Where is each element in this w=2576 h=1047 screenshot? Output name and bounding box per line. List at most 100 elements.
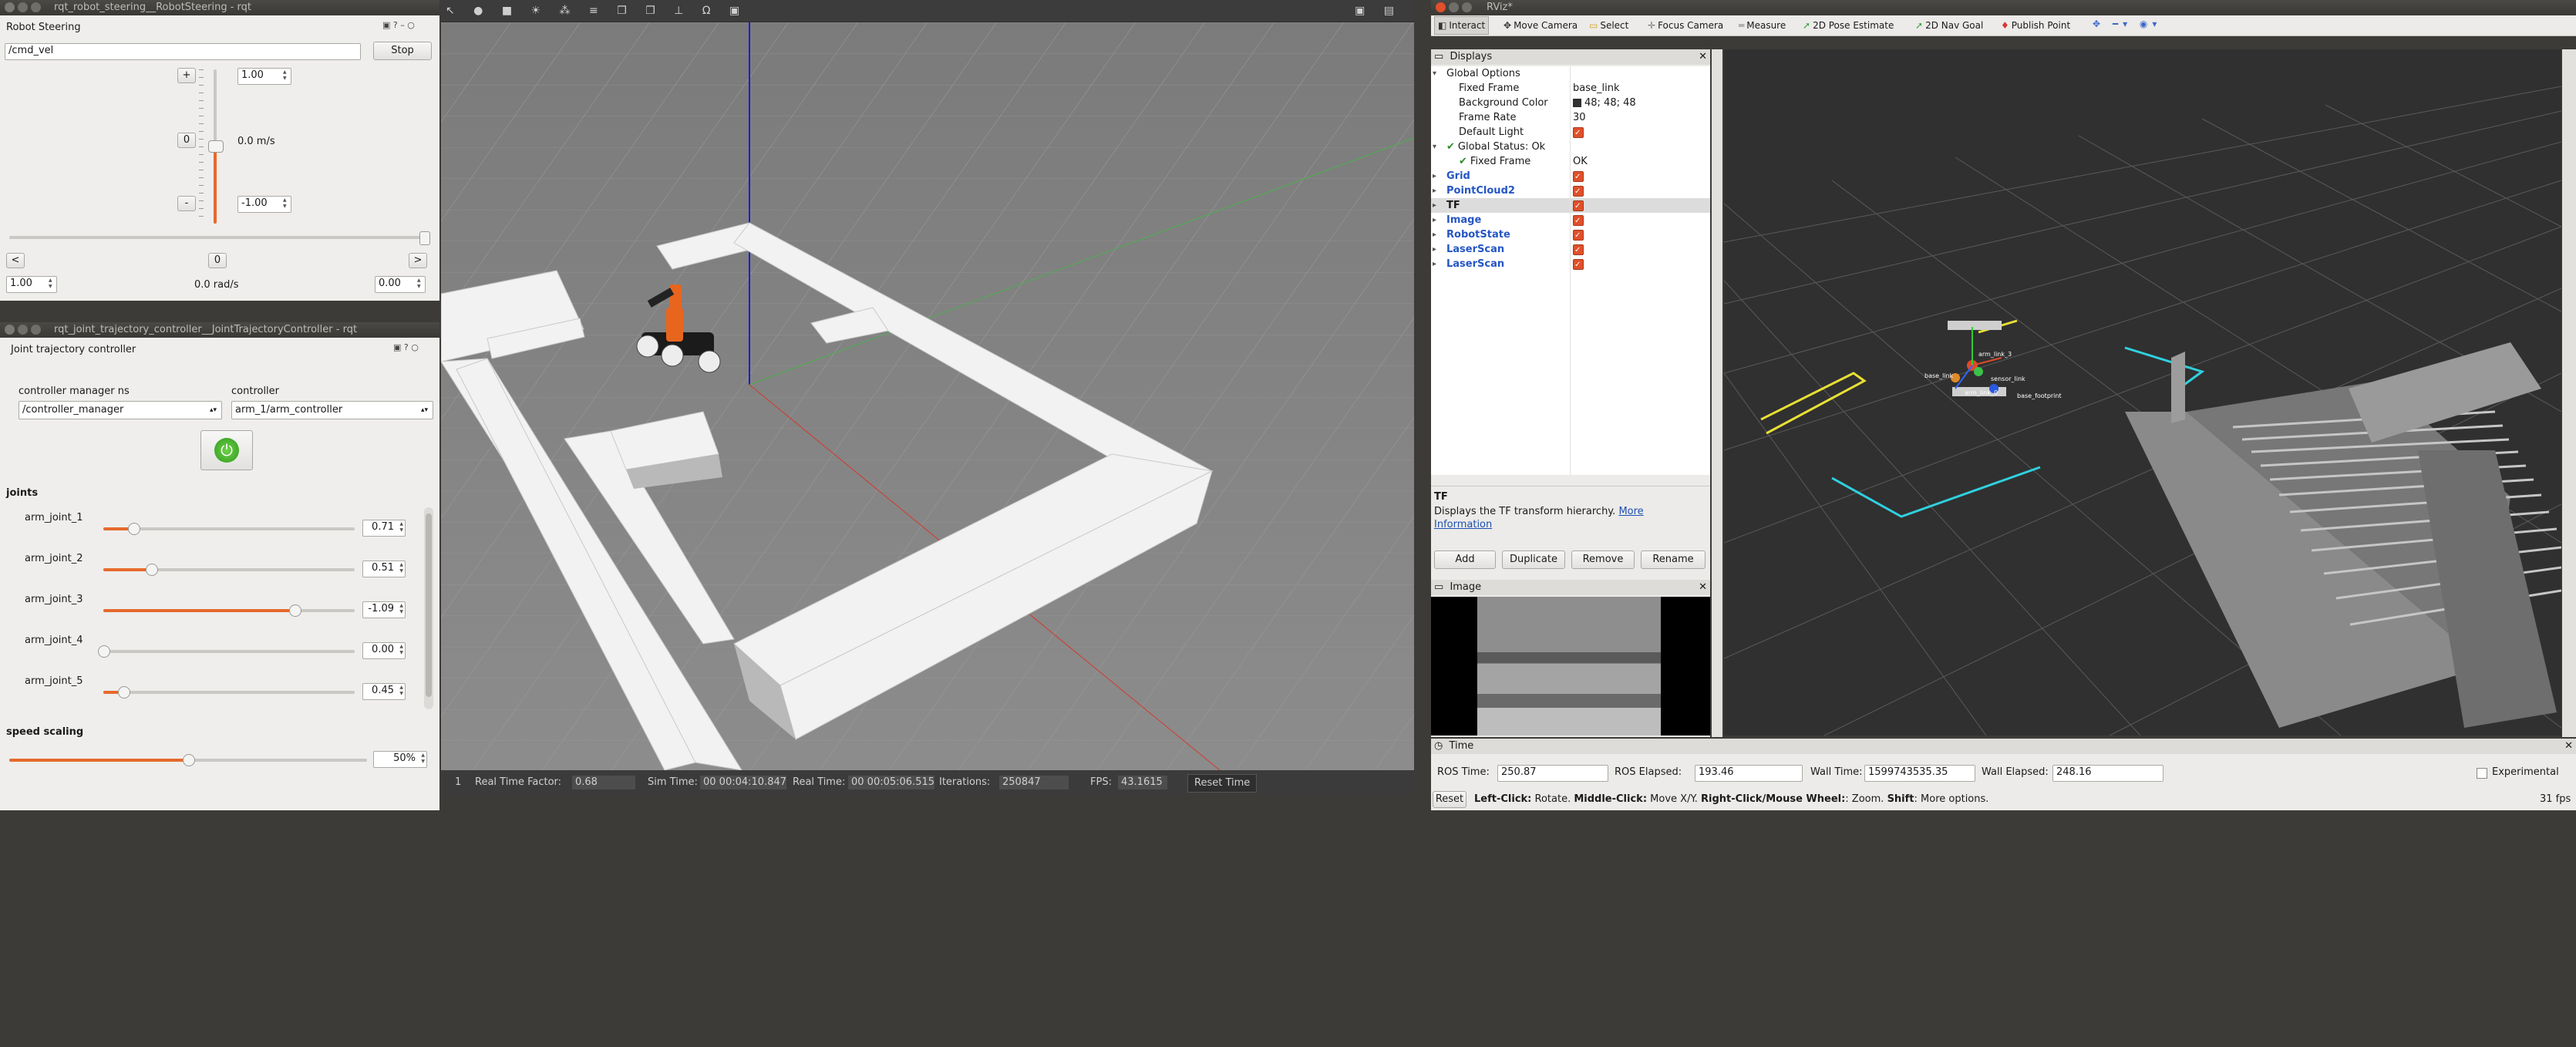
expand-arrow-icon[interactable]: ▸	[1433, 213, 1436, 227]
window-controls[interactable]	[1436, 2, 1472, 12]
tool-move-camera[interactable]: ✥ Move Camera	[1504, 15, 1578, 35]
enable-controller-button[interactable]: ⏻	[200, 430, 253, 470]
duplicate-button[interactable]: Duplicate	[1502, 550, 1565, 569]
remove-button[interactable]: Remove	[1571, 550, 1635, 569]
jtc-panel: Joint trajectory controller ▣ ? ○ contro…	[0, 338, 439, 810]
angular-right-button[interactable]: >	[409, 253, 427, 268]
linear-minus-button[interactable]: -	[177, 196, 196, 211]
expand-arrow-icon[interactable]: ▸	[1433, 198, 1436, 213]
link-part-1: More	[1618, 506, 1644, 517]
panel-splitter[interactable]	[2562, 49, 2576, 737]
time-arrow[interactable]: 1	[455, 770, 461, 795]
wall-time-label: Wall Time:	[1810, 766, 1863, 778]
stop-button[interactable]: Stop	[373, 42, 432, 60]
display-tree-row[interactable]: ✔ Fixed Frame OK	[1431, 154, 1710, 169]
max-linear-spinbox[interactable]: 1.00 ▲ ▼	[237, 68, 291, 85]
plugin-controls[interactable]: ▣ ? – ○	[382, 20, 415, 30]
window-controls[interactable]	[5, 325, 41, 335]
window-controls[interactable]	[5, 2, 41, 12]
topic-input[interactable]: /cmd_vel	[5, 43, 361, 60]
speed-scaling-slider[interactable]	[9, 754, 367, 766]
close-icon[interactable]: ✕	[2564, 739, 2573, 754]
joint-value-spinbox[interactable]: 0.00 ▲ ▼	[362, 642, 406, 659]
speed-scaling-spinbox[interactable]: 50% ▲ ▼	[373, 751, 427, 768]
linear-plus-button[interactable]: +	[177, 68, 196, 83]
close-icon[interactable]: ✕	[1699, 580, 1707, 595]
tool-select[interactable]: ▭ Select	[1589, 15, 1628, 35]
rviz-3d-view[interactable]: arm_link_3 base_link sensor_link arm_link_0…	[1724, 49, 2561, 736]
display-tree-row[interactable]: ▸ Image	[1431, 213, 1710, 228]
checkbox-icon[interactable]	[1573, 228, 1584, 243]
display-tree-row[interactable]: Background Color 48; 48; 48	[1431, 96, 1710, 110]
rename-button[interactable]: Rename	[1641, 550, 1706, 569]
expand-arrow-icon[interactable]: ▸	[1433, 183, 1436, 198]
checkbox-icon[interactable]	[1573, 184, 1584, 199]
close-icon[interactable]: ✕	[1699, 49, 1707, 65]
joint-slider[interactable]	[103, 523, 355, 535]
display-tree-row[interactable]: Default Light	[1431, 125, 1710, 140]
tf-frame-label: arm_link_0	[1965, 389, 1998, 396]
joints-scrollbar[interactable]	[424, 507, 433, 709]
plugin-controls[interactable]: ▣ ? ○	[393, 342, 419, 352]
joint-value-spinbox[interactable]: 0.71 ▲ ▼	[362, 520, 406, 537]
joint-value-spinbox[interactable]: 0.45 ▲ ▼	[362, 683, 406, 700]
ros-time-field[interactable]: 250.87	[1497, 765, 1608, 782]
tool-focus-camera[interactable]: ✛ Focus Camera	[1648, 15, 1723, 35]
linear-zero-button[interactable]: 0	[177, 133, 196, 148]
wall-time-field[interactable]: 1599743535.35	[1864, 765, 1975, 782]
expand-arrow-icon[interactable]: ▸	[1433, 257, 1436, 271]
joint-slider[interactable]	[103, 604, 355, 617]
wall-elapsed-field[interactable]: 248.16	[2052, 765, 2164, 782]
gazebo-tool-icons[interactable]: ↖ ● ■ ☀ ⁂ ≡ ❐ ❐ ⊥ Ω ▣	[446, 5, 747, 17]
tool-publish-point[interactable]: ♦ Publish Point	[2001, 15, 2070, 35]
camera-icon[interactable]: ▣ ▤	[1355, 5, 1402, 17]
angular-velocity-slider[interactable]	[9, 231, 430, 245]
expand-arrow-icon[interactable]: ▾	[1433, 140, 1436, 154]
display-tree-row[interactable]: ▸ RobotState	[1431, 227, 1710, 243]
joint-slider[interactable]	[103, 686, 355, 699]
tool-measure[interactable]: ═ Measure	[1739, 15, 1786, 35]
checkbox-icon[interactable]	[1573, 214, 1584, 228]
display-tree-row[interactable]: ▸ LaserScan	[1431, 242, 1710, 258]
add-button[interactable]: Add	[1434, 550, 1496, 569]
angular-min-spinbox[interactable]: 1.00 ▲ ▼	[6, 276, 57, 293]
tool-2d-pose-estimate[interactable]: ➚ 2D Pose Estimate	[1803, 15, 1894, 35]
tool-2d-nav-goal[interactable]: ➚ 2D Nav Goal	[1915, 15, 1983, 35]
checkbox-icon[interactable]	[1573, 170, 1584, 184]
tool-interact[interactable]: ◧ Interact	[1434, 16, 1490, 35]
controller-dropdown[interactable]: arm_1/arm_controller ▴▾	[231, 401, 433, 419]
reset-button[interactable]: Reset	[1433, 791, 1466, 808]
reset-time-button[interactable]: Reset Time	[1187, 774, 1258, 793]
checkbox-icon[interactable]	[1573, 199, 1584, 214]
expand-arrow-icon[interactable]: ▸	[1433, 169, 1436, 183]
min-linear-spinbox[interactable]: -1.00 ▲ ▼	[237, 196, 291, 213]
view-tool-icons[interactable]: ✥ ━▾ ◉▾	[2093, 19, 2161, 29]
display-tree-row[interactable]: Frame Rate 30	[1431, 110, 1710, 125]
checkbox-icon[interactable]	[1573, 258, 1584, 272]
joint-value-spinbox[interactable]: 0.51 ▲ ▼	[362, 561, 406, 577]
panel-splitter[interactable]	[1712, 49, 1722, 737]
gazebo-viewport[interactable]	[441, 22, 1414, 770]
joint-value-spinbox[interactable]: -1.09 ▲ ▼	[362, 601, 406, 618]
joint-slider[interactable]	[103, 564, 355, 576]
checkbox-icon[interactable]	[1573, 126, 1584, 140]
display-tree-row[interactable]: ▸ LaserScan	[1431, 257, 1710, 272]
angular-zero-button[interactable]: 0	[208, 253, 227, 268]
display-tree-row[interactable]: ▸ TF	[1431, 198, 1710, 214]
angular-left-button[interactable]: <	[6, 253, 25, 268]
angular-max-spinbox[interactable]: 0.00 ▲ ▼	[375, 276, 426, 293]
display-tree-row[interactable]: ▸ Grid	[1431, 169, 1710, 184]
expand-arrow-icon[interactable]: ▸	[1433, 227, 1436, 242]
expand-arrow-icon[interactable]: ▸	[1433, 242, 1436, 257]
controller-manager-dropdown[interactable]: /controller_manager ▴▾	[19, 401, 222, 419]
display-tree-row[interactable]: Fixed Frame base_link	[1431, 81, 1710, 96]
joint-slider[interactable]	[98, 645, 355, 658]
expand-arrow-icon[interactable]: ▾	[1433, 66, 1436, 81]
ros-elapsed-field[interactable]: 193.46	[1695, 765, 1803, 782]
experimental-checkbox[interactable]	[2477, 768, 2487, 779]
display-tree-row[interactable]: ▾ ✔ Global Status: Ok	[1431, 140, 1710, 154]
linear-velocity-slider[interactable]	[199, 69, 224, 224]
display-tree-row[interactable]: ▸ PointCloud2	[1431, 183, 1710, 199]
display-tree-row[interactable]: ▾ Global Options	[1431, 66, 1710, 81]
checkbox-icon[interactable]	[1573, 243, 1584, 258]
